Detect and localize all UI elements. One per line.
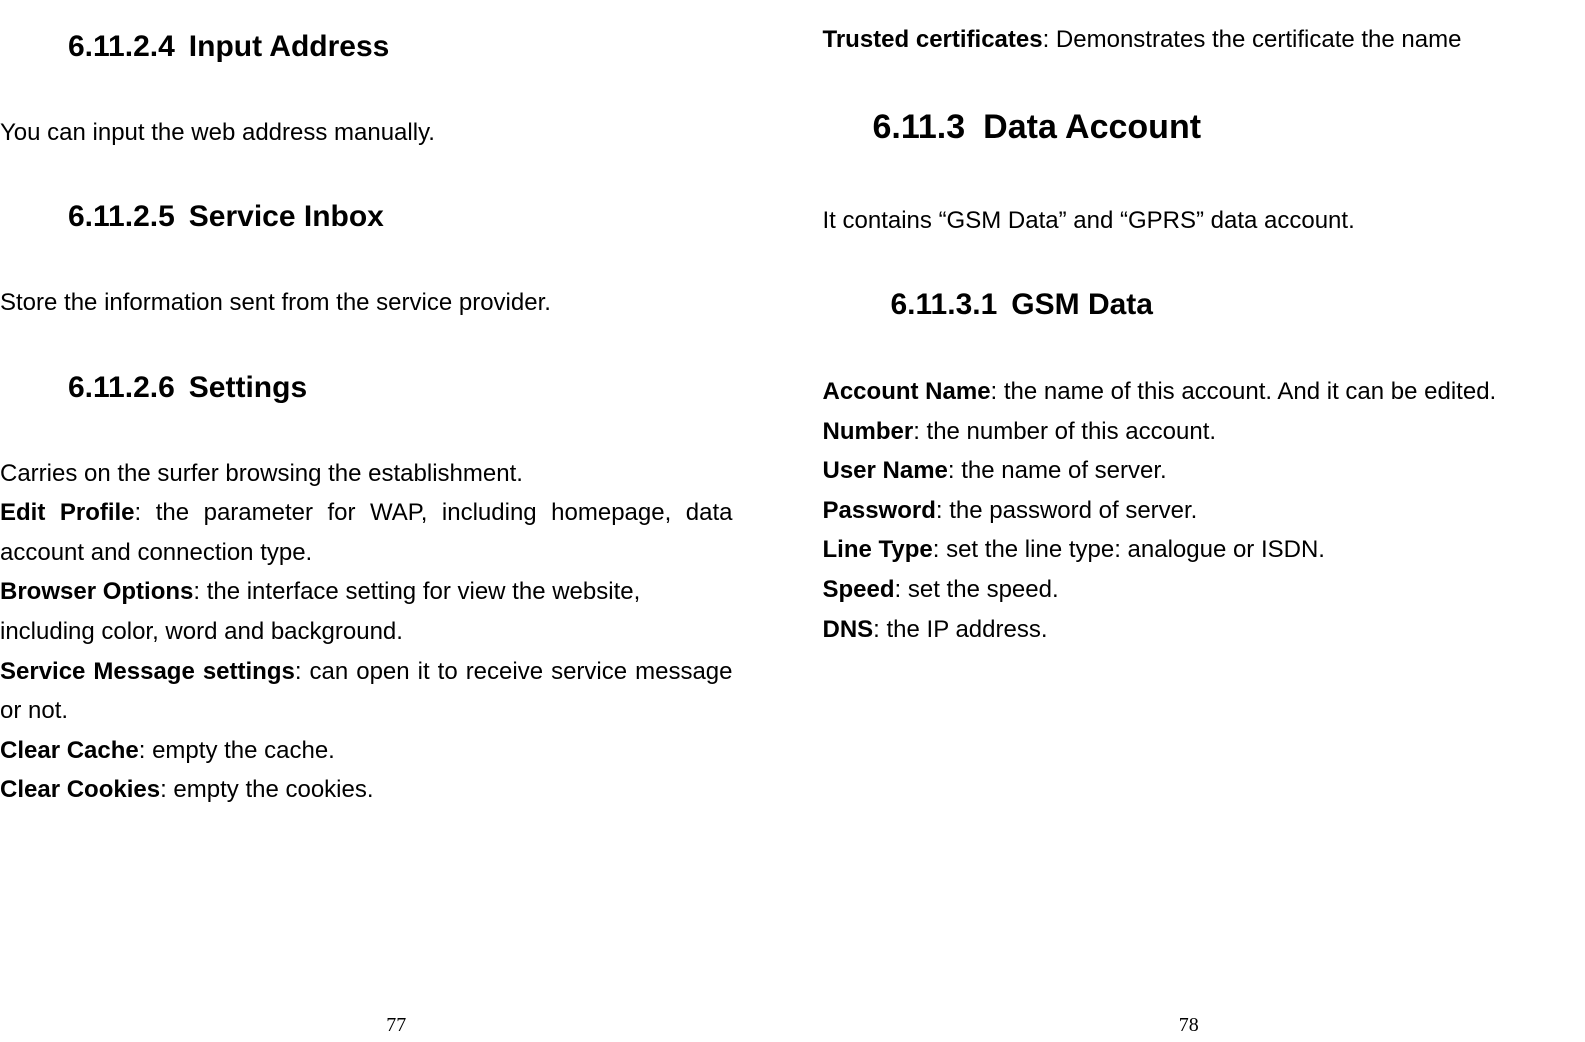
definition-label: Password (823, 497, 936, 524)
heading-number: 6.11.3.1 (891, 288, 998, 321)
definition-account-name: Account Name: the name of this account. … (823, 372, 1585, 412)
heading-number: 6.11.2.5 (68, 200, 175, 233)
page-number-right: 78 (1179, 1014, 1199, 1037)
page-number-left: 77 (386, 1014, 406, 1037)
paragraph: Store the information sent from the serv… (0, 284, 733, 322)
definition-label: Speed (823, 576, 895, 603)
paragraph: Carries on the surfer browsing the estab… (0, 455, 733, 493)
definition-text: : Demonstrates the certificate the name (1043, 26, 1462, 53)
paragraph: It contains “GSM Data” and “GPRS” data a… (823, 202, 1585, 240)
definition-service-message-settings: Service Message settings: can open it to… (0, 652, 733, 731)
heading-title: Data Account (983, 108, 1201, 146)
definition-label: Browser Options (0, 578, 193, 605)
heading-gsm-data: 6.11.3.1 GSM Data (891, 288, 1585, 322)
definition-text: : set the line type: analogue or ISDN. (933, 536, 1325, 563)
definition-number: Number: the number of this account. (823, 412, 1585, 452)
definition-clear-cache: Clear Cache: empty the cache. (0, 731, 733, 771)
definition-label: Clear Cache (0, 737, 139, 764)
paragraph: You can input the web address manually. (0, 114, 733, 152)
definition-line-type: Line Type: set the line type: analogue o… (823, 530, 1585, 570)
heading-settings: 6.11.2.6 Settings (68, 371, 733, 405)
definition-user-name: User Name: the name of server. (823, 451, 1585, 491)
heading-title: Service Inbox (189, 200, 384, 233)
definition-label: Trusted certificates (823, 26, 1043, 53)
definition-text: : the IP address. (873, 616, 1047, 643)
page-left: 6.11.2.4 Input Address You can input the … (0, 20, 793, 1042)
definition-text: : the name of this account. And it can b… (991, 378, 1497, 405)
definition-label: Line Type (823, 536, 933, 563)
definition-text: : empty the cache. (139, 737, 335, 764)
heading-title: GSM Data (1011, 288, 1153, 321)
definition-clear-cookies: Clear Cookies: empty the cookies. (0, 770, 733, 810)
definition-label: Account Name (823, 378, 991, 405)
definition-text: : set the speed. (895, 576, 1059, 603)
definition-speed: Speed: set the speed. (823, 570, 1585, 610)
heading-number: 6.11.2.4 (68, 30, 175, 63)
definition-text: : the name of server. (948, 457, 1167, 484)
definition-text: : the number of this account. (913, 418, 1216, 445)
definition-label: Edit Profile (0, 499, 135, 526)
definition-password: Password: the password of server. (823, 491, 1585, 531)
definition-text: : empty the cookies. (160, 776, 373, 803)
definition-label: Clear Cookies (0, 776, 160, 803)
definition-browser-options: Browser Options: the interface setting f… (0, 572, 733, 651)
heading-service-inbox: 6.11.2.5 Service Inbox (68, 200, 733, 234)
definition-label: User Name (823, 457, 948, 484)
heading-input-address: 6.11.2.4 Input Address (68, 30, 733, 64)
definition-text: : the password of server. (936, 497, 1197, 524)
definition-trusted-certificates: Trusted certificates: Demonstrates the c… (823, 20, 1585, 60)
definition-edit-profile: Edit Profile: the parameter for WAP, inc… (0, 493, 733, 572)
heading-title: Input Address (189, 30, 390, 63)
heading-number: 6.11.3 (873, 108, 966, 146)
definition-label: Number (823, 418, 914, 445)
heading-title: Settings (189, 371, 307, 404)
heading-number: 6.11.2.6 (68, 371, 175, 404)
definition-label: Service Message settings (0, 658, 295, 685)
heading-data-account: 6.11.3 Data Account (873, 108, 1585, 147)
page-right: Trusted certificates: Demonstrates the c… (793, 20, 1585, 1042)
definition-label: DNS (823, 616, 874, 643)
definition-dns: DNS: the IP address. (823, 610, 1585, 650)
